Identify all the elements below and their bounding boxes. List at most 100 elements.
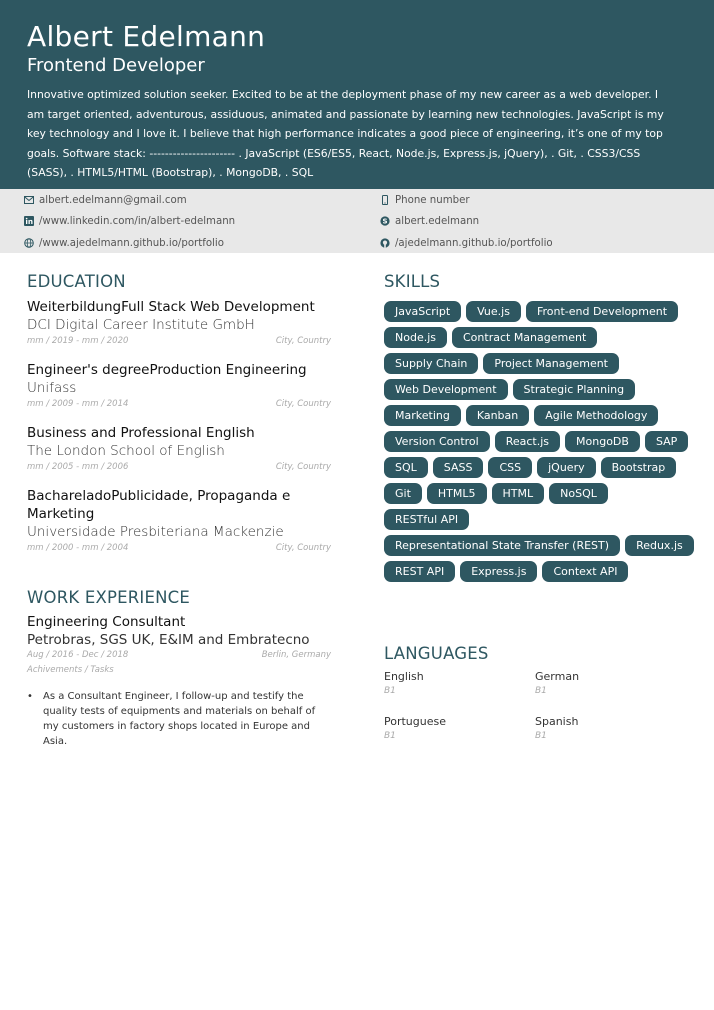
language-name: German <box>535 670 580 683</box>
education-heading: EDUCATION <box>27 272 126 291</box>
education-location: City, Country <box>275 336 331 346</box>
github-text: /ajedelmann.github.io/portfolio <box>395 237 553 249</box>
skill-tag: Kanban <box>465 405 530 426</box>
linkedin-text: /www.linkedin.com/in/albert-edelmann <box>39 215 236 227</box>
skill-tag: NoSQL <box>549 483 608 504</box>
language-level: B1 <box>535 731 547 741</box>
job-subtitle: Achivements / Tasks <box>27 665 114 675</box>
skill-tag: Bootstrap <box>600 457 677 478</box>
skill-tag: REST API <box>384 561 456 582</box>
bullet-icon: • <box>27 691 33 702</box>
education-location: City, Country <box>275 543 331 553</box>
skills-heading: SKILLS <box>384 272 441 291</box>
skill-tag: jQuery <box>537 457 596 478</box>
job-title: Engineering Consultant <box>27 614 186 630</box>
skill-tag: Vue.js <box>466 301 521 322</box>
skill-tag: CSS <box>488 457 533 478</box>
education-degree: Business and Professional English <box>27 425 255 441</box>
skill-tag: JavaScript <box>384 301 462 322</box>
job-bullet: • As a Consultant Engineer, I follow-up … <box>27 689 331 749</box>
education-item: Business and Professional English The Lo… <box>27 424 331 473</box>
language-item: German B1 <box>535 670 675 698</box>
candidate-role: Frontend Developer <box>27 55 205 76</box>
language-item: English B1 <box>384 670 524 698</box>
skill-tag: Web Development <box>384 379 508 400</box>
education-degree: WeiterbildungFull Stack Web Development <box>27 299 315 315</box>
website-text: /www.ajedelmann.github.io/portfolio <box>39 237 224 249</box>
language-name: English <box>384 670 424 683</box>
contact-email[interactable]: albert.edelmann@gmail.com <box>24 193 187 207</box>
education-institution: The London School of English <box>27 443 225 459</box>
contact-phone[interactable]: Phone number <box>380 193 470 207</box>
education-dates: mm / 2019 - mm / 2020 <box>27 336 129 346</box>
skill-tag: SQL <box>384 457 428 478</box>
skills-list: JavaScript Vue.js Front-end Development … <box>384 301 694 582</box>
skill-tag: SAP <box>644 431 689 452</box>
language-name: Spanish <box>535 715 579 728</box>
education-degree: Engineer's degreeProduction Engineering <box>27 362 307 378</box>
skill-tag: Git <box>384 483 422 504</box>
languages-heading: LANGUAGES <box>384 644 489 663</box>
skill-tag: Context API <box>542 561 629 582</box>
skill-tag: Representational State Transfer (REST) <box>384 535 621 556</box>
skill-tag: Front-end Development <box>525 301 679 322</box>
envelope-icon <box>24 196 34 204</box>
education-item: Engineer's degreeProduction Engineering … <box>27 361 331 410</box>
skill-tag: Strategic Planning <box>512 379 636 400</box>
skill-tag: Supply Chain <box>384 353 479 374</box>
language-level: B1 <box>384 731 396 741</box>
skill-tag: Project Management <box>483 353 619 374</box>
contact-bar: albert.edelmann@gmail.com Phone number /… <box>0 189 714 253</box>
education-institution: DCI Digital Career Institute GmbH <box>27 317 255 333</box>
skill-tag: Agile Methodology <box>534 405 659 426</box>
phone-text: Phone number <box>395 194 470 206</box>
job-location: Berlin, Germany <box>261 650 331 660</box>
skill-tag: Redux.js <box>625 535 694 556</box>
skill-tag: MongoDB <box>565 431 640 452</box>
contact-linkedin[interactable]: /www.linkedin.com/in/albert-edelmann <box>24 214 235 228</box>
education-dates: mm / 2000 - mm / 2004 <box>27 543 129 553</box>
education-location: City, Country <box>275 399 331 409</box>
work-heading: WORK EXPERIENCE <box>27 588 190 607</box>
skill-tag: React.js <box>494 431 561 452</box>
job-dates: Aug / 2016 - Dec / 2018 <box>27 650 129 660</box>
skype-icon: S <box>380 216 390 226</box>
education-item: WeiterbildungFull Stack Web Development … <box>27 298 331 347</box>
education-institution: Unifass <box>27 380 77 396</box>
skill-tag: Contract Management <box>452 327 598 348</box>
skype-text: albert.edelmann <box>395 215 480 227</box>
language-item: Spanish B1 <box>535 715 675 743</box>
skill-tag: SASS <box>432 457 484 478</box>
github-icon <box>380 238 390 248</box>
skill-tag: RESTful API <box>384 509 470 530</box>
job-company: Petrobras, SGS UK, E&IM and Embratecno <box>27 632 310 648</box>
contact-github[interactable]: /ajedelmann.github.io/portfolio <box>380 236 553 250</box>
skill-tag: HTML5 <box>426 483 487 504</box>
profile-summary: Innovative optimized solution seeker. Ex… <box>27 88 664 179</box>
svg-text:S: S <box>382 218 387 226</box>
education-degree: BachareladoPublicidade, Propaganda e Mar… <box>27 488 291 522</box>
resume-header: Albert Edelmann Frontend Developer Innov… <box>0 0 714 189</box>
skill-tag: HTML <box>491 483 545 504</box>
language-name: Portuguese <box>384 715 446 728</box>
globe-icon <box>24 238 34 248</box>
education-dates: mm / 2009 - mm / 2014 <box>27 399 129 409</box>
skill-tag: Express.js <box>460 561 538 582</box>
language-level: B1 <box>384 686 396 696</box>
contact-website[interactable]: /www.ajedelmann.github.io/portfolio <box>24 236 224 250</box>
education-institution: Universidade Presbiteriana Mackenzie <box>27 524 284 540</box>
language-item: Portuguese B1 <box>384 715 524 743</box>
skill-tag: Node.js <box>384 327 447 348</box>
job-bullet-text: As a Consultant Engineer, I follow-up an… <box>43 691 316 747</box>
skill-tag: Version Control <box>384 431 490 452</box>
education-item: BachareladoPublicidade, Propaganda e Mar… <box>27 487 331 554</box>
language-level: B1 <box>535 686 547 696</box>
education-dates: mm / 2005 - mm / 2006 <box>27 462 129 472</box>
education-location: City, Country <box>275 462 331 472</box>
email-text: albert.edelmann@gmail.com <box>39 194 187 206</box>
skill-tag: Marketing <box>384 405 461 426</box>
contact-skype[interactable]: S albert.edelmann <box>380 214 479 228</box>
phone-icon <box>382 195 388 205</box>
candidate-name: Albert Edelmann <box>27 20 266 53</box>
linkedin-icon <box>24 216 34 226</box>
